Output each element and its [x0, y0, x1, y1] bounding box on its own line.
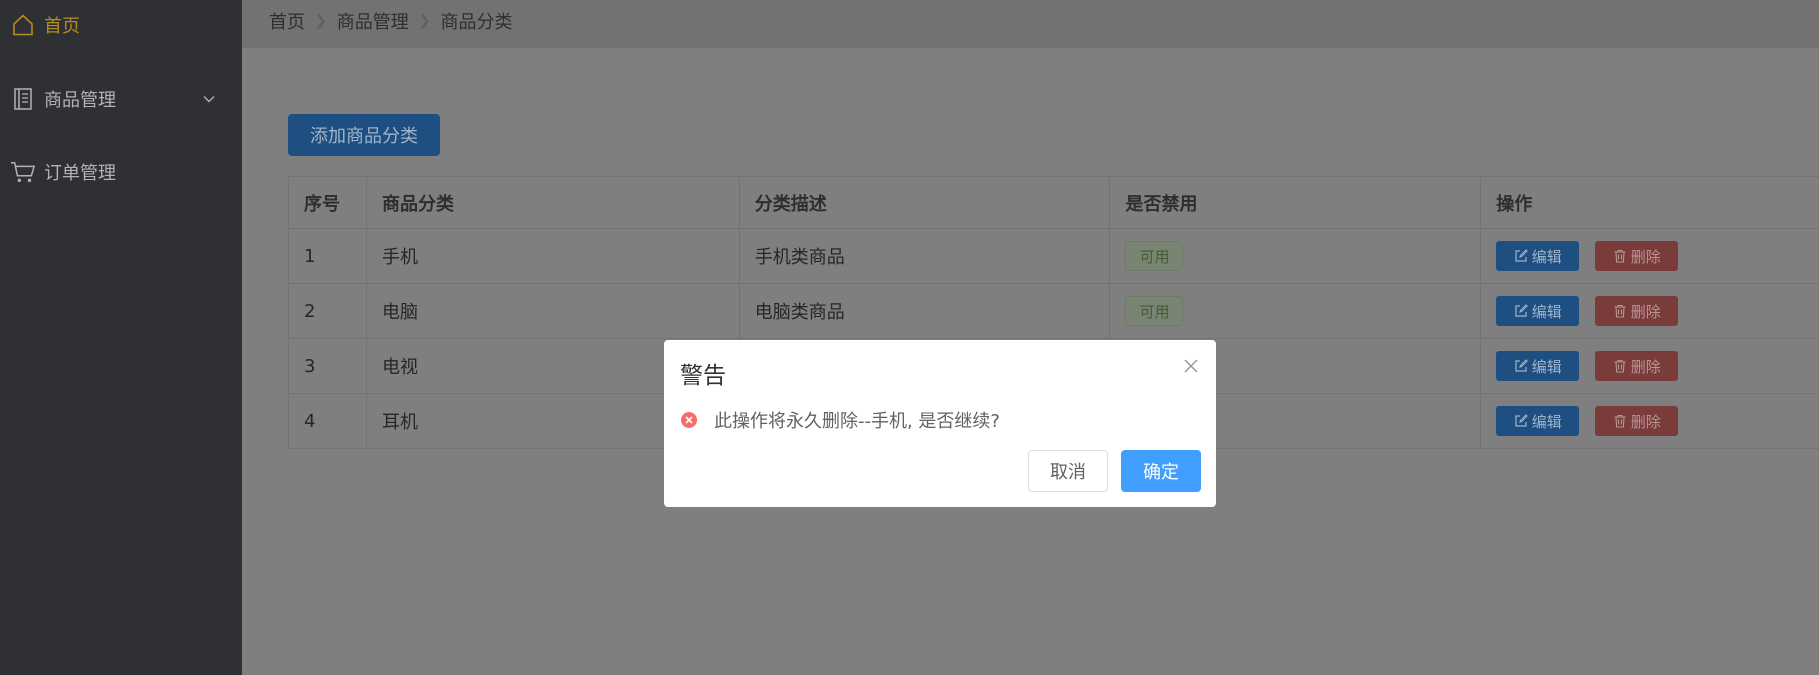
cart-icon	[10, 159, 36, 185]
confirm-button[interactable]: 确定	[1121, 450, 1201, 492]
cell-index: 2	[289, 284, 367, 338]
sidebar-item-label: 商品管理	[44, 90, 116, 111]
cell-index: 4	[289, 394, 367, 448]
delete-label: 删除	[1630, 247, 1661, 266]
dialog-message-text: 此操作将永久删除--手机, 是否继续?	[714, 411, 1000, 432]
cell-category: 手机	[367, 229, 740, 283]
delete-button[interactable]: 删除	[1595, 351, 1679, 381]
column-header: 是否禁用	[1110, 177, 1482, 228]
column-header: 序号	[289, 177, 367, 228]
cell-actions: 编辑 删除	[1481, 394, 1819, 448]
home-icon	[10, 12, 36, 38]
delete-label: 删除	[1630, 357, 1661, 376]
table-row: 2 电脑 电脑类商品 可用 编辑 删除	[289, 284, 1819, 339]
sidebar-item-product-management[interactable]: 商品管理	[0, 69, 242, 129]
cell-index: 1	[289, 229, 367, 283]
dialog-message: 此操作将永久删除--手机, 是否继续?	[680, 407, 1000, 433]
chevron-right-icon: ❯	[315, 13, 327, 29]
sidebar: 首页 商品管理 订单管理	[0, 0, 242, 675]
table-header-row: 序号 商品分类 分类描述 是否禁用 操作	[289, 177, 1819, 229]
trash-icon	[1614, 249, 1626, 263]
delete-button[interactable]: 删除	[1595, 406, 1679, 436]
header: 首页 ❯ 商品管理 ❯ 商品分类	[242, 0, 1819, 48]
sidebar-item-label: 首页	[44, 16, 80, 37]
cell-status: 可用	[1110, 284, 1482, 338]
delete-button[interactable]: 删除	[1595, 296, 1679, 326]
breadcrumb-home[interactable]: 首页	[269, 8, 305, 34]
edit-button[interactable]: 编辑	[1496, 351, 1580, 381]
add-category-button[interactable]: 添加商品分类	[288, 114, 440, 156]
delete-label: 删除	[1630, 412, 1661, 431]
cell-description: 手机类商品	[740, 229, 1111, 283]
cell-actions: 编辑 删除	[1481, 339, 1819, 393]
error-icon	[680, 411, 698, 429]
edit-button[interactable]: 编辑	[1496, 296, 1580, 326]
edit-icon	[1515, 359, 1528, 372]
close-icon[interactable]	[1180, 355, 1202, 377]
edit-icon	[1515, 414, 1528, 427]
table-row: 1 手机 手机类商品 可用 编辑 删除	[289, 229, 1819, 284]
cell-index: 3	[289, 339, 367, 393]
cancel-button[interactable]: 取消	[1028, 450, 1108, 492]
edit-icon	[1515, 304, 1528, 317]
dialog-title: 警告	[680, 363, 726, 389]
trash-icon	[1614, 304, 1626, 318]
chevron-down-icon[interactable]	[202, 91, 216, 105]
delete-button[interactable]: 删除	[1595, 241, 1679, 271]
delete-label: 删除	[1630, 302, 1661, 321]
edit-button[interactable]: 编辑	[1496, 406, 1580, 436]
trash-icon	[1614, 414, 1626, 428]
chevron-right-icon: ❯	[418, 13, 431, 29]
column-header: 操作	[1496, 193, 1533, 215]
cell-actions: 编辑 删除	[1481, 284, 1819, 338]
cell-description: 电脑类商品	[740, 284, 1111, 338]
edit-icon	[1515, 249, 1528, 262]
edit-label: 编辑	[1531, 412, 1562, 431]
edit-label: 编辑	[1531, 247, 1562, 266]
breadcrumb-product-management[interactable]: 商品管理	[337, 8, 409, 34]
status-badge: 可用	[1125, 241, 1184, 271]
confirm-dialog: 警告 此操作将永久删除--手机, 是否继续? 取消 确定	[664, 340, 1216, 507]
column-header: 分类描述	[740, 177, 1111, 228]
sidebar-item-label: 订单管理	[44, 163, 116, 184]
cell-actions: 编辑 删除	[1481, 229, 1819, 283]
breadcrumb-current: 商品分类	[440, 12, 513, 33]
cell-status: 可用	[1110, 229, 1482, 283]
edit-button[interactable]: 编辑	[1496, 241, 1580, 271]
trash-icon	[1614, 359, 1626, 373]
cell-category: 电脑	[367, 284, 740, 338]
main-content: 首页 ❯ 商品管理 ❯ 商品分类 添加商品分类 序号 商品分类 分类描述 是否禁…	[242, 0, 1819, 675]
edit-label: 编辑	[1531, 302, 1562, 321]
status-badge: 可用	[1125, 296, 1184, 326]
document-icon	[10, 86, 36, 112]
sidebar-item-order-management[interactable]: 订单管理	[0, 142, 242, 202]
edit-label: 编辑	[1531, 357, 1562, 376]
column-header: 商品分类	[367, 177, 740, 228]
sidebar-item-home[interactable]: 首页	[0, 0, 242, 55]
breadcrumb: 首页 ❯ 商品管理 ❯ 商品分类	[269, 8, 512, 34]
